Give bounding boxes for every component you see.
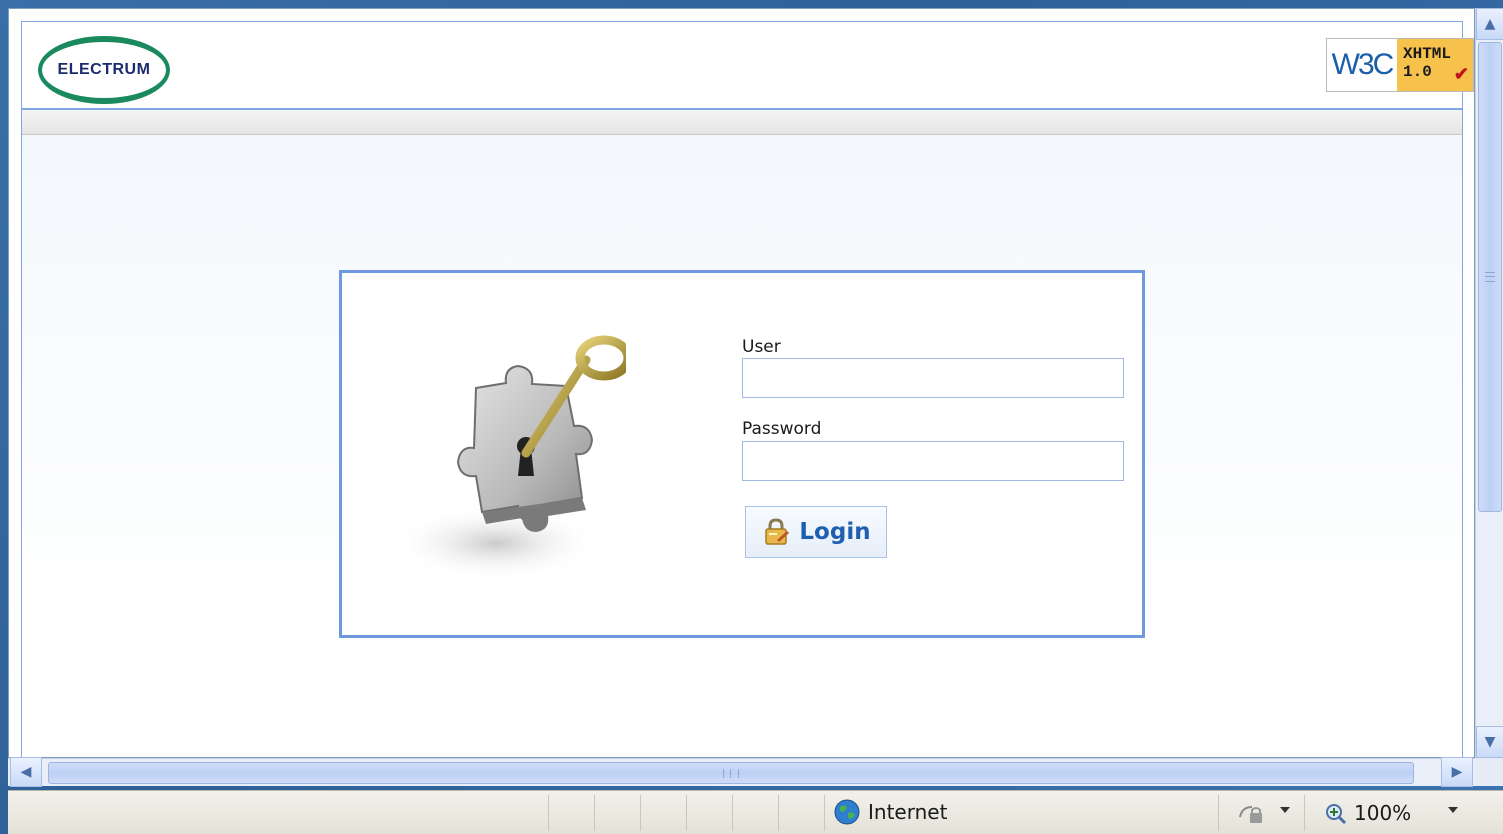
browser-viewport: ELECTRUM W3C XHTML 1.0 ✔ User Password L…	[8, 8, 1475, 758]
logo-text: ELECTRUM	[57, 61, 151, 78]
page-header: ELECTRUM W3C XHTML 1.0 ✔	[22, 22, 1474, 110]
zoom-icon	[1326, 804, 1347, 825]
lock-icon	[765, 518, 790, 545]
horizontal-scrollbar[interactable]: ◀ ▶	[8, 757, 1475, 787]
status-divider	[732, 795, 733, 831]
xhtml-text: XHTML	[1403, 45, 1452, 63]
chevron-down-icon[interactable]	[1448, 807, 1458, 813]
internet-zone[interactable]: Internet	[834, 799, 947, 825]
w3c-logo-text: W3C	[1331, 48, 1395, 81]
vertical-scroll-thumb[interactable]	[1478, 42, 1502, 512]
zone-label: Internet	[868, 800, 948, 824]
status-divider	[686, 795, 687, 831]
security-icon[interactable]	[1236, 803, 1266, 825]
scroll-corner	[1475, 758, 1503, 786]
scroll-right-button[interactable]: ▶	[1441, 757, 1473, 787]
key-puzzle-icon	[391, 335, 626, 581]
password-input[interactable]	[742, 441, 1124, 481]
chevron-left-icon: ◀	[20, 764, 32, 780]
status-divider	[824, 795, 825, 831]
status-divider	[594, 795, 595, 831]
chevron-up-icon: ▲	[1484, 16, 1496, 32]
chevron-right-icon: ▶	[1451, 764, 1463, 780]
scroll-left-button[interactable]: ◀	[10, 757, 42, 787]
scroll-down-button[interactable]: ▼	[1476, 726, 1503, 758]
status-divider	[778, 795, 779, 831]
status-divider	[640, 795, 641, 831]
grip-icon	[723, 768, 739, 778]
user-label: User	[742, 337, 781, 357]
user-input[interactable]	[742, 358, 1124, 398]
menu-bar	[22, 110, 1462, 135]
status-divider	[1304, 795, 1305, 831]
scroll-up-button[interactable]: ▲	[1476, 8, 1503, 40]
xhtml-label: XHTML 1.0 ✔	[1397, 39, 1473, 91]
status-bar: Internet 100%	[8, 790, 1503, 834]
zoom-level[interactable]: 100%	[1354, 801, 1411, 825]
chevron-down-icon[interactable]	[1280, 807, 1290, 813]
chevron-down-icon: ▼	[1484, 734, 1496, 750]
status-divider	[1218, 795, 1219, 831]
vertical-scrollbar[interactable]: ▲ ▼	[1475, 8, 1503, 758]
w3c-xhtml-badge[interactable]: W3C XHTML 1.0 ✔	[1326, 38, 1474, 92]
login-panel: User Password Login	[339, 270, 1145, 638]
horizontal-scroll-thumb[interactable]	[48, 762, 1414, 784]
login-button-label: Login	[799, 519, 871, 545]
login-button[interactable]: Login	[745, 506, 887, 558]
checkmark-icon: ✔	[1453, 66, 1469, 86]
electrum-logo: ELECTRUM	[38, 36, 170, 104]
password-label: Password	[742, 419, 822, 439]
status-divider	[548, 795, 549, 831]
globe-icon	[834, 799, 860, 825]
page-frame: ELECTRUM W3C XHTML 1.0 ✔ User Password L…	[21, 21, 1474, 757]
grip-icon	[1485, 272, 1495, 282]
